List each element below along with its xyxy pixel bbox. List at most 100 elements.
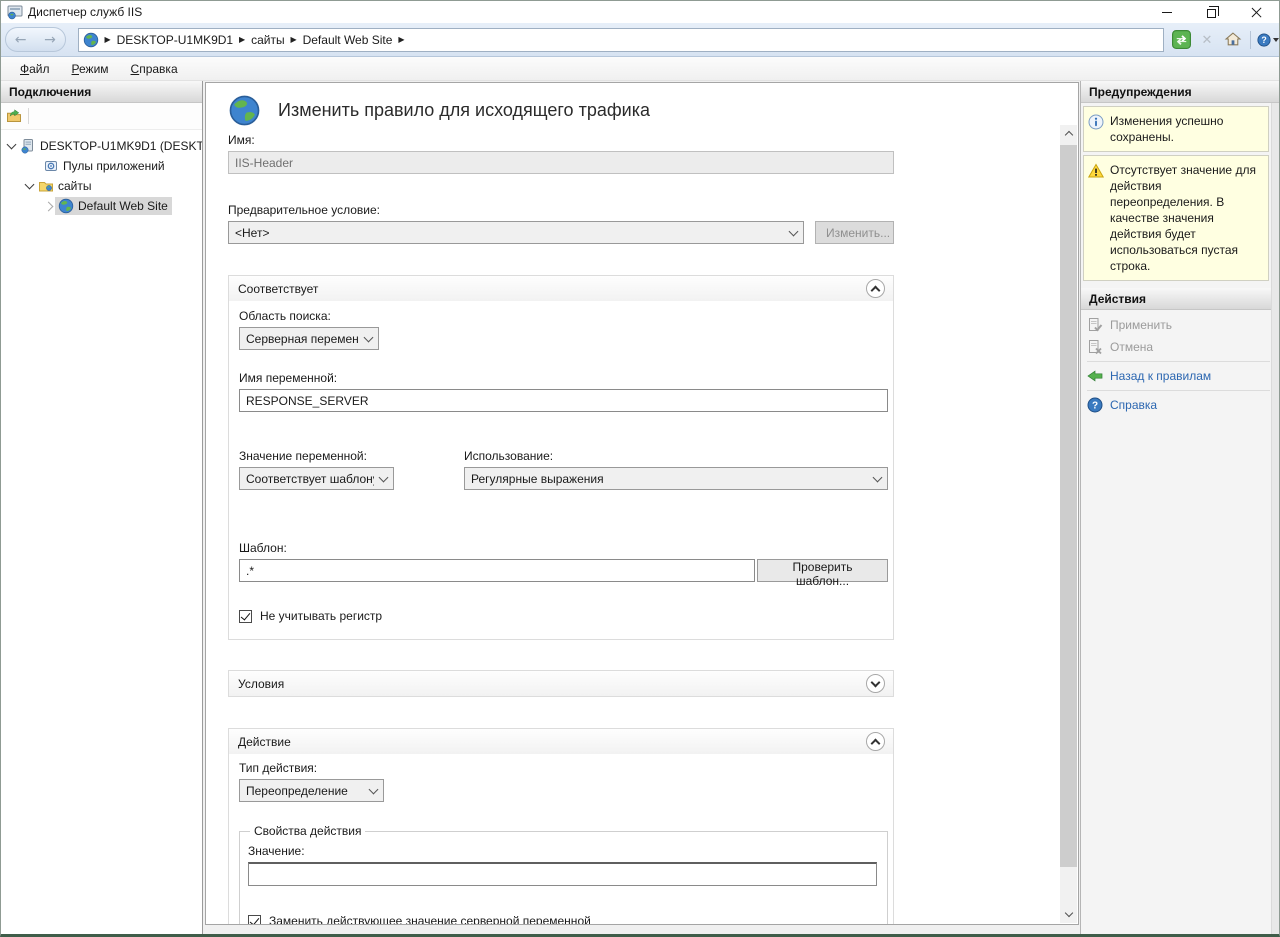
alerts-header: Предупреждения — [1081, 81, 1279, 103]
breadcrumb-separator[interactable] — [394, 35, 408, 44]
help-icon: ? — [1257, 31, 1271, 49]
scroll-down-button[interactable] — [1060, 906, 1077, 923]
home-button[interactable] — [1222, 30, 1244, 50]
precondition-dropdown[interactable]: <Нет> — [228, 221, 804, 244]
collapse-section-button[interactable] — [866, 732, 885, 751]
breadcrumb-sites[interactable]: сайты — [249, 33, 287, 47]
scrollbar-thumb[interactable] — [1060, 145, 1077, 867]
actions-pane: Предупреждения Изменения успешно сохране… — [1080, 81, 1279, 934]
rule-name-input[interactable] — [228, 151, 894, 174]
action-type-dropdown[interactable]: Переопределение — [239, 779, 384, 802]
usage-label: Использование: — [464, 449, 888, 463]
expand-section-button[interactable] — [866, 674, 885, 693]
help-link[interactable]: ? Справка — [1081, 394, 1270, 416]
breadcrumb-separator[interactable] — [287, 35, 301, 44]
breadcrumb-server[interactable]: DESKTOP-U1MK9D1 — [115, 33, 235, 47]
chevron-down-icon — [369, 784, 379, 794]
variable-value-value: Соответствует шаблону — [246, 472, 374, 486]
server-icon — [20, 138, 36, 154]
connections-header: Подключения — [1, 81, 202, 103]
apply-action[interactable]: Применить — [1081, 314, 1270, 336]
menu-mode[interactable]: Режим — [63, 60, 118, 78]
window-title: Диспетчер служб IIS — [28, 5, 1144, 19]
apply-label: Применить — [1110, 318, 1172, 332]
breadcrumb-separator[interactable] — [235, 35, 249, 44]
apply-icon — [1087, 317, 1103, 333]
name-label: Имя: — [228, 133, 894, 147]
breadcrumb-separator[interactable] — [101, 35, 115, 44]
home-icon — [1224, 31, 1242, 48]
restore-button[interactable] — [1189, 1, 1234, 23]
cancel-action[interactable]: Отмена — [1081, 336, 1270, 358]
usage-dropdown[interactable]: Регулярные выражения — [464, 467, 888, 490]
collapse-section-button[interactable] — [866, 279, 885, 298]
tree-item-label: DESKTOP-U1MK9D1 (DESKTOI — [40, 139, 202, 153]
close-button[interactable] — [1234, 1, 1279, 23]
vertical-scrollbar[interactable] — [1060, 125, 1077, 923]
selected-tree-item[interactable]: Default Web Site — [55, 197, 172, 215]
alert-text: Изменения успешно сохранены. — [1110, 113, 1264, 145]
variable-value-dropdown[interactable]: Соответствует шаблону — [239, 467, 394, 490]
refresh-button[interactable] — [1170, 30, 1192, 50]
tree-item-server[interactable]: DESKTOP-U1MK9D1 (DESKTOI — [1, 136, 202, 156]
breadcrumb-default-web-site[interactable]: Default Web Site — [301, 33, 395, 47]
globe-icon — [83, 32, 99, 48]
pattern-input[interactable] — [239, 559, 755, 582]
connections-toolbar — [1, 103, 202, 130]
menu-file[interactable]: Файл — [11, 60, 59, 78]
action-properties-group: Свойства действия Значение: Заменить дей… — [239, 824, 888, 925]
actions-header: Действия — [1081, 288, 1279, 310]
actions-pane-scrollbar[interactable] — [1271, 103, 1279, 934]
menu-help[interactable]: Справка — [122, 60, 187, 78]
test-pattern-button[interactable]: Проверить шаблон... — [757, 559, 888, 582]
action-section-header[interactable]: Действие — [229, 729, 893, 754]
conditions-section: Условия — [228, 670, 894, 697]
match-section-header[interactable]: Соответствует — [229, 276, 893, 301]
back-to-rules-link[interactable]: Назад к правилам — [1081, 365, 1270, 387]
chevron-down-icon — [871, 677, 881, 687]
expand-chevron-icon[interactable] — [44, 201, 54, 211]
conditions-section-header[interactable]: Условия — [229, 671, 893, 696]
app-icon — [7, 4, 23, 20]
close-icon — [1251, 7, 1262, 18]
scope-dropdown[interactable]: Серверная переменн — [239, 327, 379, 350]
scope-label: Область поиска: — [239, 309, 888, 323]
stop-button[interactable]: ✕ — [1196, 30, 1218, 50]
title-bar: Диспетчер служб IIS — [1, 1, 1279, 23]
warning-alert: Отсутствует значение для действия переоп… — [1083, 155, 1269, 281]
back-button[interactable]: ← — [15, 33, 27, 47]
chevron-down-icon — [1064, 909, 1072, 917]
connections-pane: Подключения DESKTOP-U1MK9D1 (DESKTOI Пул… — [1, 81, 203, 934]
match-section-title: Соответствует — [238, 282, 318, 296]
precondition-value: <Нет> — [235, 226, 269, 240]
match-section: Соответствует Область поиска: Серверная … — [228, 275, 894, 640]
toolbar-separator — [28, 108, 29, 124]
tree-item-app-pools[interactable]: Пулы приложений — [1, 156, 202, 176]
toolbar-separator — [1250, 31, 1251, 49]
collapse-chevron-icon[interactable] — [7, 140, 17, 150]
tree-item-default-web-site[interactable]: Default Web Site — [1, 196, 202, 216]
action-value-input[interactable] — [248, 862, 877, 886]
replace-value-checkbox[interactable] — [248, 915, 261, 926]
forward-button[interactable]: → — [44, 33, 56, 47]
collapse-chevron-icon[interactable] — [25, 180, 35, 190]
help-button[interactable]: ? — [1257, 30, 1279, 50]
tree-item-sites[interactable]: сайты — [1, 176, 202, 196]
breadcrumb[interactable]: DESKTOP-U1MK9D1 сайты Default Web Site — [78, 28, 1164, 52]
edit-precondition-button[interactable]: Изменить... — [815, 221, 894, 244]
cancel-icon — [1087, 339, 1103, 355]
help-dropdown-icon — [1273, 38, 1279, 42]
scroll-up-button[interactable] — [1060, 125, 1077, 142]
minimize-icon — [1162, 12, 1172, 13]
stop-icon: ✕ — [1202, 32, 1213, 48]
svg-text:?: ? — [1261, 35, 1266, 45]
ignore-case-checkbox[interactable] — [239, 610, 252, 623]
tree-item-label: Пулы приложений — [63, 159, 165, 173]
variable-name-label: Имя переменной: — [239, 371, 888, 385]
feature-page: Изменить правило для исходящего трафика … — [205, 82, 1079, 925]
create-connection-icon[interactable] — [6, 108, 22, 124]
menu-bar: Файл Режим Справка — [1, 57, 1279, 81]
minimize-button[interactable] — [1144, 1, 1189, 23]
action-section: Действие Тип действия: Переопределение С… — [228, 728, 894, 925]
variable-name-input[interactable] — [239, 389, 888, 412]
